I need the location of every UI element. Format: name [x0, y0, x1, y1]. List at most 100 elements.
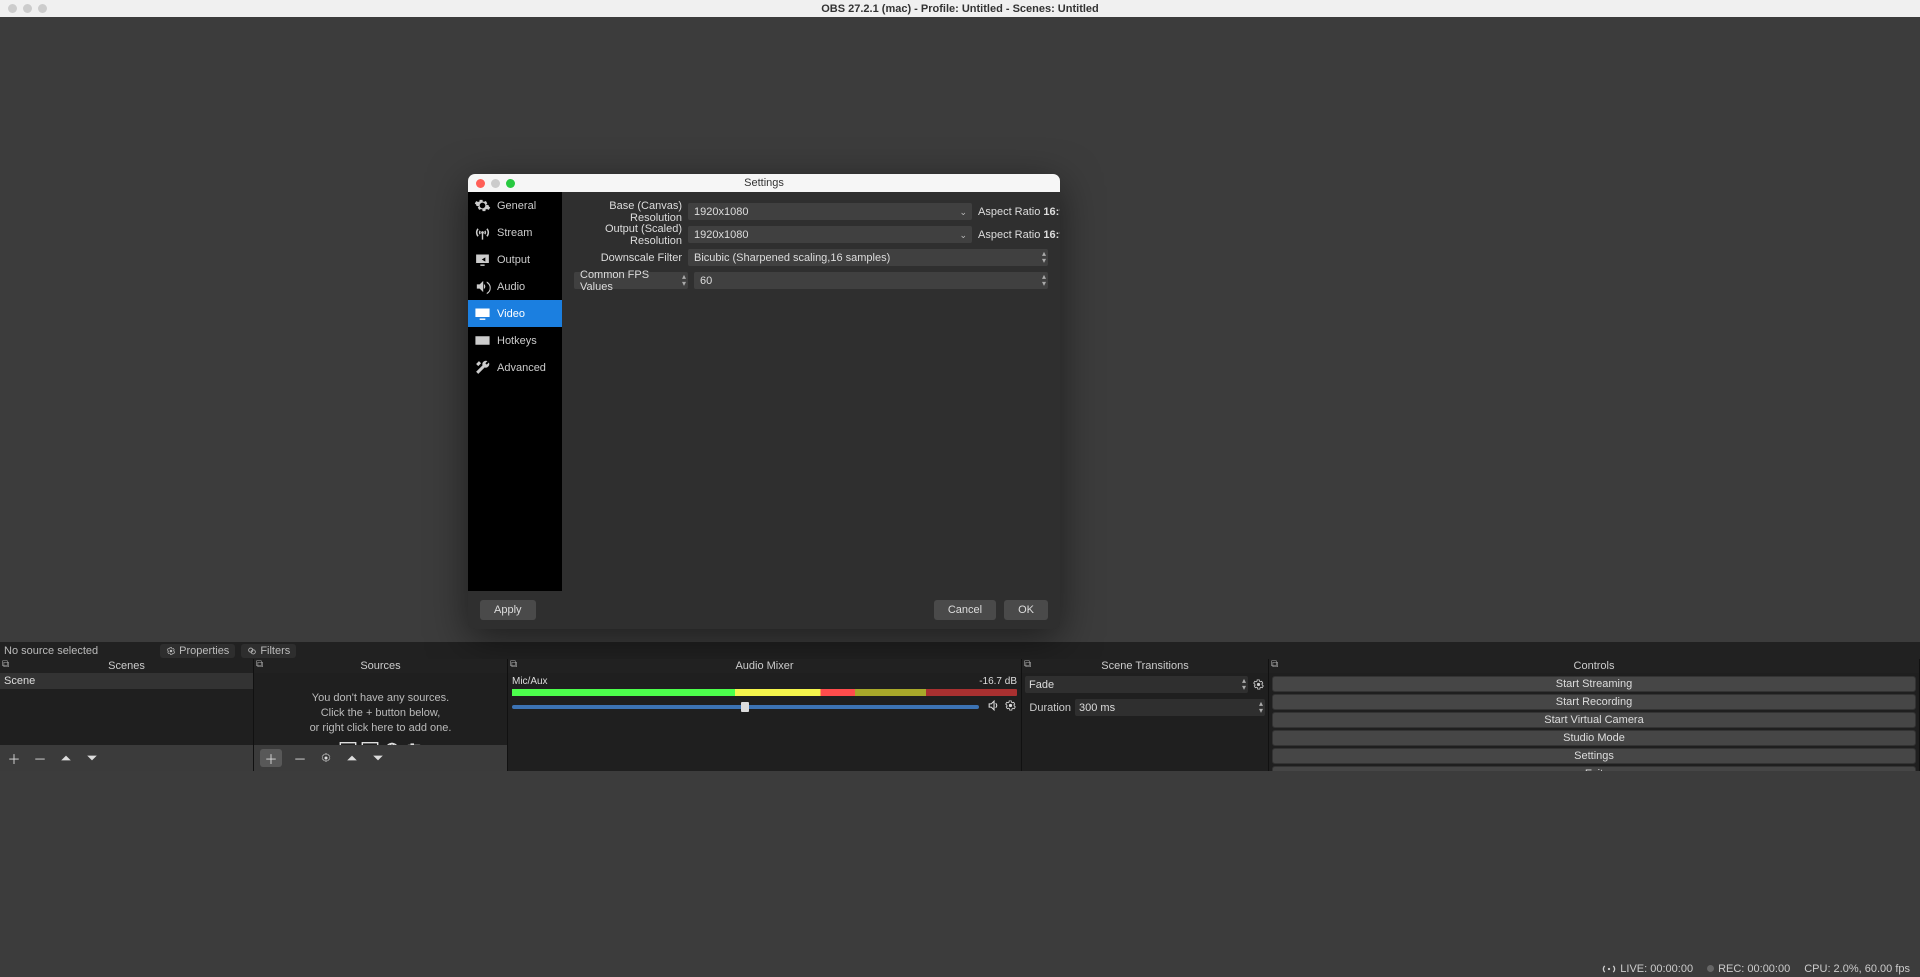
image-icon: [339, 742, 357, 745]
base-resolution-label: Base (Canvas) Resolution: [574, 200, 682, 224]
scene-down-button[interactable]: [84, 750, 100, 766]
remove-scene-button[interactable]: －: [32, 750, 48, 766]
popout-icon[interactable]: ⧉: [2, 659, 9, 670]
camera-icon: [405, 742, 423, 745]
keyboard-icon: [474, 332, 491, 349]
sources-dock: ⧉ Sources You don't have any sources. Cli…: [254, 659, 508, 771]
settings-cat-hotkeys[interactable]: Hotkeys: [468, 327, 562, 354]
downscale-filter-combo[interactable]: Bicubic (Sharpened scaling,16 samples) ▴▾: [688, 249, 1048, 266]
stepper-icon: ▴▾: [682, 273, 686, 287]
base-resolution-combo[interactable]: 1920x1080⌄: [688, 203, 972, 220]
downscale-filter-value: Bicubic (Sharpened scaling,16 samples): [694, 252, 890, 264]
display-icon: [361, 742, 379, 745]
fps-mode-combo[interactable]: Common FPS Values▴▾: [574, 272, 688, 289]
transition-type-combo[interactable]: Fade ▴▾: [1025, 676, 1248, 693]
scenes-dock: ⧉ Scenes Scene ＋ －: [0, 659, 254, 771]
remove-source-button[interactable]: －: [292, 750, 308, 766]
source-up-button[interactable]: [344, 750, 360, 766]
settings-cat-label: Output: [497, 254, 530, 266]
stepper-icon: ▴▾: [1259, 700, 1263, 714]
sources-title: Sources: [360, 660, 400, 672]
output-resolution-value: 1920x1080: [694, 229, 748, 241]
ok-button[interactable]: OK: [1004, 600, 1048, 620]
audio-meter: [512, 689, 1017, 696]
stepper-icon: ▴▾: [1242, 677, 1246, 691]
source-settings-button[interactable]: [318, 750, 334, 766]
status-bar: LIVE: 00:00:00 REC: 00:00:00 CPU: 2.0%, …: [0, 960, 1920, 977]
filters-label: Filters: [260, 645, 290, 657]
mixer-track: Mic/Aux -16.7 dB: [508, 673, 1021, 712]
broadcast-icon: [1602, 964, 1616, 974]
settings-title: Settings: [468, 177, 1060, 189]
output-resolution-combo[interactable]: 1920x1080 ⌄: [688, 226, 972, 243]
settings-footer: Apply Cancel OK: [468, 591, 1060, 629]
add-scene-button[interactable]: ＋: [6, 750, 22, 766]
settings-cat-label: General: [497, 200, 536, 212]
settings-cat-stream[interactable]: Stream: [468, 219, 562, 246]
apply-button[interactable]: Apply: [480, 600, 536, 620]
settings-cat-output[interactable]: Output: [468, 246, 562, 273]
speaker-icon[interactable]: [987, 699, 1000, 712]
sources-empty-text: You don't have any sources. Click the + …: [254, 691, 507, 745]
gear-icon[interactable]: [1004, 699, 1017, 712]
settings-cat-label: Video: [497, 308, 525, 320]
status-live: LIVE: 00:00:00: [1602, 963, 1693, 975]
settings-cat-video[interactable]: Video: [468, 300, 562, 327]
stream-icon: [474, 224, 491, 241]
studio-mode-button[interactable]: Studio Mode: [1272, 730, 1916, 746]
mixer-track-name: Mic/Aux: [512, 676, 548, 687]
controls-title: Controls: [1574, 660, 1615, 672]
properties-button[interactable]: Properties: [160, 644, 235, 658]
gear-icon: [166, 646, 176, 656]
exit-button[interactable]: Exit: [1272, 766, 1916, 771]
volume-slider[interactable]: [512, 705, 979, 709]
chevron-down-icon: ⌄: [959, 230, 967, 241]
scene-item[interactable]: Scene: [0, 673, 253, 689]
scenes-title: Scenes: [108, 660, 145, 672]
scene-up-button[interactable]: [58, 750, 74, 766]
mixer-title: Audio Mixer: [735, 660, 793, 672]
start-streaming-button[interactable]: Start Streaming: [1272, 676, 1916, 692]
settings-cat-label: Advanced: [497, 362, 546, 374]
audio-icon: [474, 278, 491, 295]
gear-icon[interactable]: [1252, 678, 1265, 691]
popout-icon[interactable]: ⧉: [256, 659, 263, 670]
fps-value-combo[interactable]: 60▴▾: [694, 272, 1048, 289]
main-window-title: OBS 27.2.1 (mac) - Profile: Untitled - S…: [0, 3, 1920, 15]
duration-value: 300 ms: [1079, 702, 1115, 714]
start-virtualcam-button[interactable]: Start Virtual Camera: [1272, 712, 1916, 728]
properties-label: Properties: [179, 645, 229, 657]
popout-icon[interactable]: ⧉: [1271, 659, 1278, 670]
output-resolution-label: Output (Scaled) Resolution: [574, 223, 682, 247]
filters-button[interactable]: Filters: [241, 644, 296, 658]
settings-sidebar: General Stream Output Audio Video: [468, 192, 562, 591]
settings-cat-label: Hotkeys: [497, 335, 537, 347]
settings-cat-general[interactable]: General: [468, 192, 562, 219]
transition-type-value: Fade: [1029, 679, 1054, 691]
stepper-icon: ▴▾: [1042, 250, 1046, 264]
source-toolbar: No source selected Properties Filters: [0, 642, 1920, 659]
sources-list[interactable]: You don't have any sources. Click the + …: [254, 673, 507, 745]
popout-icon[interactable]: ⧉: [510, 659, 517, 670]
source-down-button[interactable]: [370, 750, 386, 766]
gear-icon: [474, 197, 491, 214]
settings-cat-audio[interactable]: Audio: [468, 273, 562, 300]
preview-area[interactable]: Settings General Stream Output Audio: [0, 17, 1920, 642]
settings-cat-label: Audio: [497, 281, 525, 293]
duration-spinbox[interactable]: 300 ms ▴▾: [1075, 699, 1265, 716]
main-window-titlebar: OBS 27.2.1 (mac) - Profile: Untitled - S…: [0, 0, 1920, 17]
output-aspect-ratio: Aspect Ratio 16:9: [978, 229, 1048, 241]
status-cpu: CPU: 2.0%, 60.00 fps: [1804, 963, 1910, 975]
popout-icon[interactable]: ⧉: [1024, 659, 1031, 670]
settings-cat-label: Stream: [497, 227, 532, 239]
chevron-down-icon: ⌄: [959, 207, 967, 218]
start-recording-button[interactable]: Start Recording: [1272, 694, 1916, 710]
globe-icon: [383, 742, 401, 745]
add-source-button[interactable]: ＋: [260, 749, 282, 767]
cancel-button[interactable]: Cancel: [934, 600, 996, 620]
settings-cat-advanced[interactable]: Advanced: [468, 354, 562, 381]
transitions-dock: ⧉Scene Transitions Fade▴▾ Duration 300 m…: [1022, 659, 1269, 771]
base-aspect-ratio: Aspect Ratio 16:9: [978, 206, 1048, 218]
settings-button[interactable]: Settings: [1272, 748, 1916, 764]
settings-dialog: Settings General Stream Output Audio: [468, 174, 1060, 629]
